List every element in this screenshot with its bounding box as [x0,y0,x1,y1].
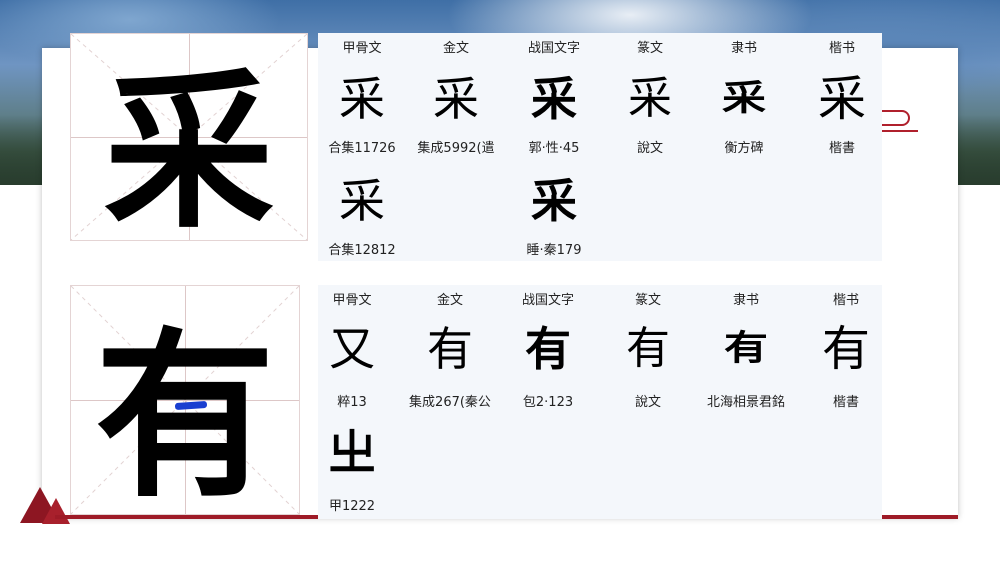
glyph-oracle: 又 [329,322,375,376]
glyph-seal: 采 [628,73,672,124]
forms-panel-cai: 甲骨文 金文 战国文字 篆文 隶书 楷书 采 采 采 采 采 采 合集11726… [318,33,882,261]
glyph-warring-states-variant: 采 [531,174,577,228]
source-label: 粹13 [337,395,367,410]
glyph-bronze: 有 [427,322,473,376]
glyph-oracle: 采 [339,72,385,126]
col-header-warring-states: 战国文字 [521,293,574,308]
glyph-oracle-variant: 采 [339,174,385,228]
col-header-clerical: 隶书 [730,41,757,56]
source-label: 郭·性·45 [528,141,580,156]
source-label: 楷書 [832,395,859,410]
col-header-oracle: 甲骨文 [342,41,382,56]
source-label: 甲1222 [328,499,376,514]
source-label: 集成267(秦公 [409,395,491,410]
source-label: 合集11726 [328,141,396,156]
glyph-clerical: 采 [722,78,766,119]
source-label: 北海相景君銘 [706,395,785,410]
col-header-warring-states: 战国文字 [527,41,580,56]
glyph-warring-states: 有 [525,322,571,376]
col-header-regular: 楷书 [828,41,855,56]
source-label: 衡方碑 [724,141,764,156]
glyph-oracle-variant: 㞢 [327,425,376,481]
col-header-oracle: 甲骨文 [332,293,372,308]
glyph-bronze: 采 [433,72,479,126]
col-header-bronze: 金文 [436,293,463,308]
col-header-bronze: 金文 [442,41,469,56]
glyph-regular: 采 [817,71,866,127]
source-label: 說文 [636,141,663,156]
forms-panel-you: 甲骨文 金文 战国文字 篆文 隶书 楷书 又 有 有 有 有 有 粹13 集成2… [318,285,882,519]
source-label: 包2·123 [522,395,574,410]
glyph-clerical: 有 [724,328,768,369]
source-label: 睡·秦179 [526,243,582,258]
source-label: 楷書 [828,141,855,156]
glyph-regular: 有 [821,321,870,377]
source-label: 集成5992(遣 [417,141,495,156]
grid-box-cai: 采 [70,33,308,252]
source-label: 說文 [634,395,661,410]
main-character-cai: 采 [103,52,274,252]
mountain-decoration-small [42,498,70,524]
col-header-seal: 篆文 [636,41,663,56]
col-header-regular: 楷书 [832,293,859,308]
decorative-mark [878,106,918,132]
grid-box-you: 有 [70,285,300,522]
col-header-seal: 篆文 [634,293,661,308]
main-character-you: 有 [94,310,275,522]
source-label: 合集12812 [328,243,396,258]
glyph-seal: 有 [626,323,670,374]
glyph-warring-states: 采 [531,72,577,126]
col-header-clerical: 隶书 [732,293,759,308]
